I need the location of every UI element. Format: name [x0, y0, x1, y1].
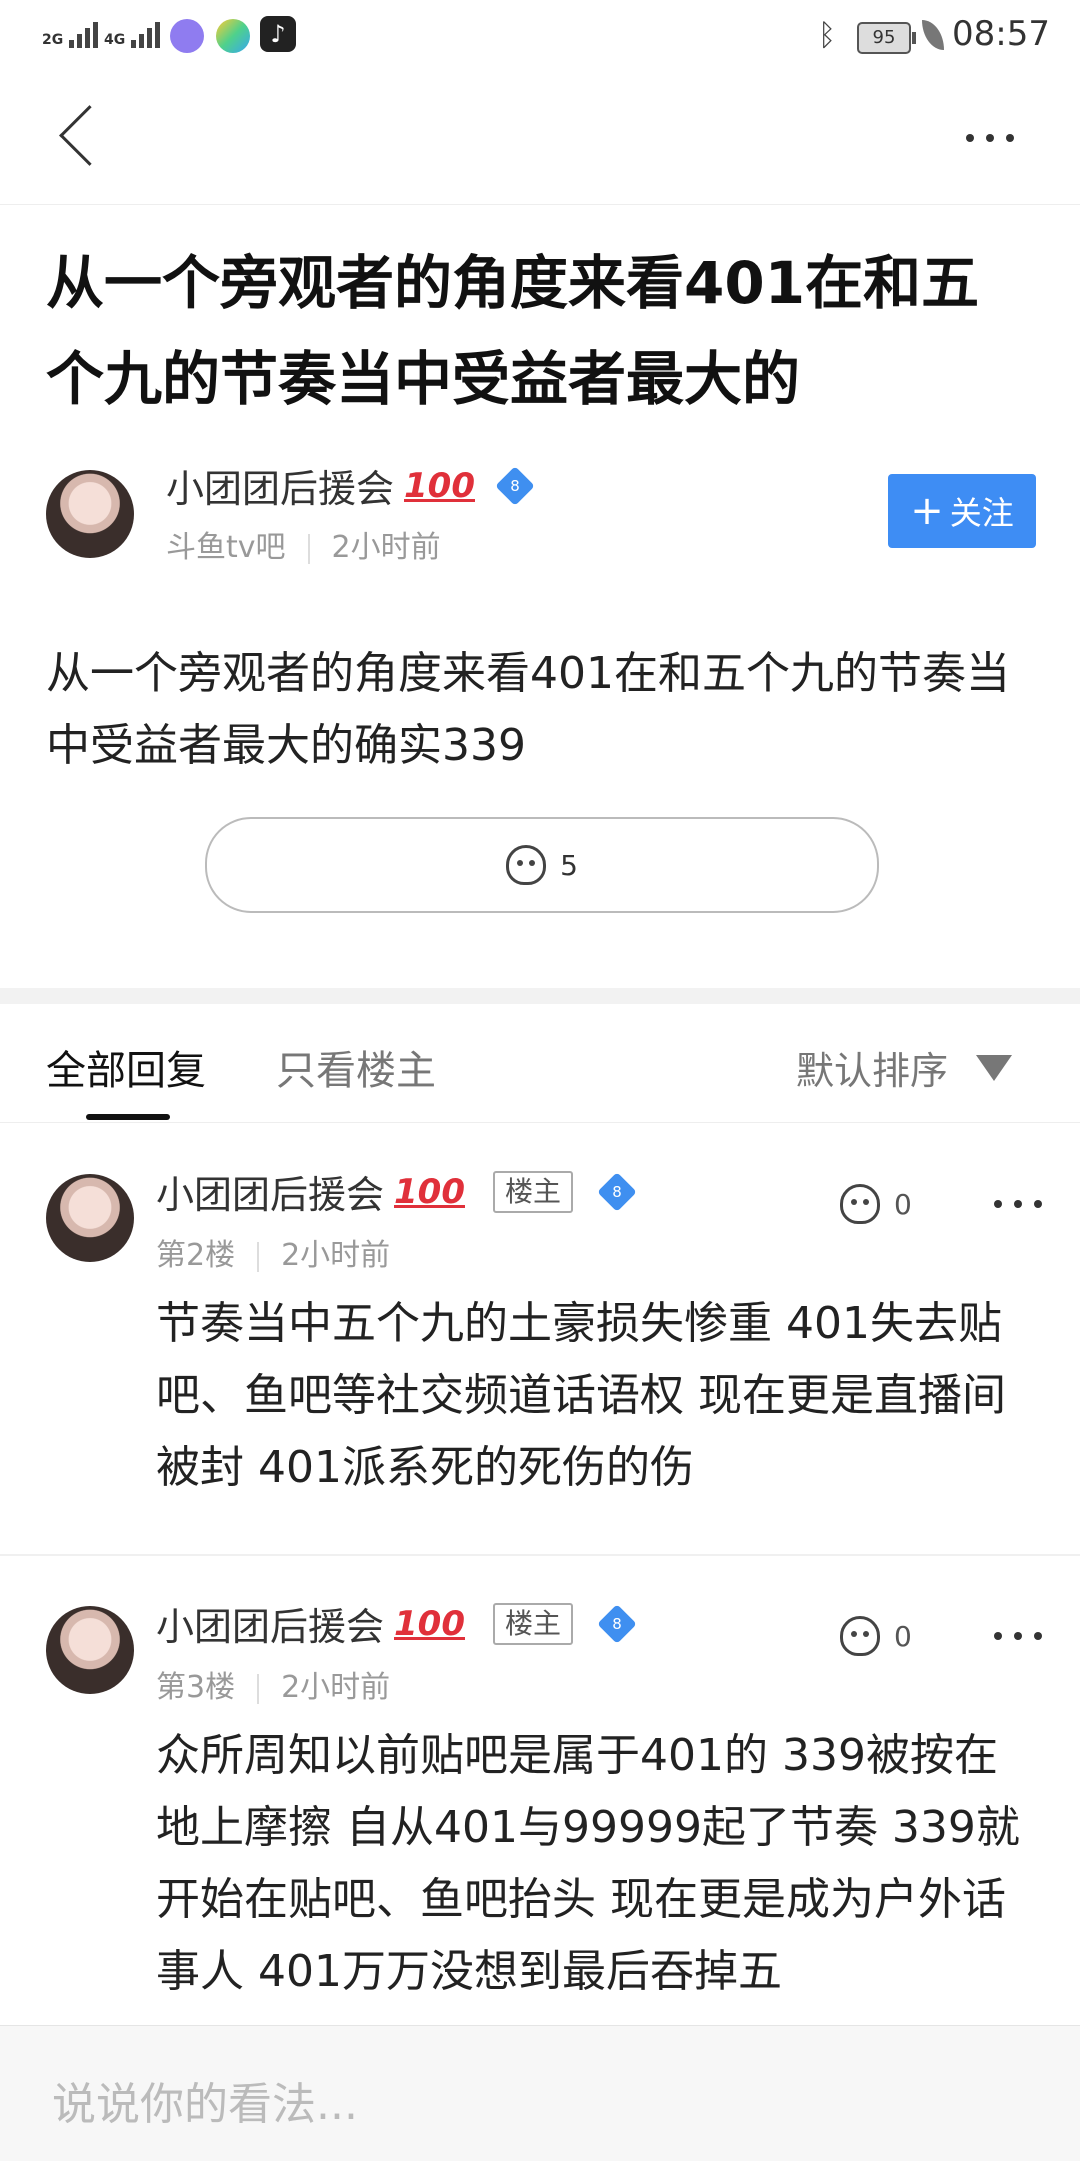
signal-1: 2G	[42, 18, 99, 48]
signal-bars-icon	[131, 18, 161, 48]
hundred-points-icon: 100	[394, 1171, 465, 1212]
reply-meta: 第2楼 2小时前	[156, 1230, 390, 1274]
reply-like-count: 0	[894, 1619, 912, 1653]
reply-header: 小团团后援会 100 楼主 8	[156, 1596, 637, 1651]
reply-header: 小团团后援会 100 楼主 8	[156, 1164, 637, 1219]
author-name[interactable]: 小团团后援会	[166, 458, 394, 513]
like-face-icon	[840, 1616, 880, 1656]
author-row: 小团团后援会 100 8	[166, 458, 535, 513]
post-content: 从一个旁观者的角度来看401在和五个九的节奏当中受益者最大的确实339	[46, 648, 1010, 771]
op-badge: 楼主	[493, 1170, 574, 1213]
filter-icon	[976, 1054, 1013, 1081]
post-meta: 斗鱼tv吧 2小时前	[166, 522, 441, 566]
level-badge-icon: 8	[597, 1171, 637, 1212]
comment-input[interactable]: 说说你的看法...	[52, 2068, 358, 2132]
battery-icon: 95	[857, 22, 916, 54]
signal-bars-icon	[69, 18, 99, 48]
video-app-icon	[216, 19, 250, 53]
reply-text: 众所周知以前贴吧是属于401的 339被按在地上摩擦 自从401与99999起了…	[156, 1730, 1020, 1997]
tab-all-replies[interactable]: 全部回复	[46, 1038, 206, 1096]
clock: 08:57	[952, 14, 1050, 54]
op-badge: 楼主	[493, 1602, 574, 1645]
post-title: 从一个旁观者的角度来看401在和五个九的节奏当中受益者最大的	[46, 249, 980, 413]
active-tab-indicator	[86, 1114, 170, 1120]
section-divider	[0, 988, 1080, 1004]
status-bar: 2G 4G ♪ ᛒ 95 08:57	[0, 0, 1080, 72]
like-button[interactable]: 5	[205, 817, 879, 913]
reply-separator	[0, 1554, 1080, 1556]
post-time: 2小时前	[331, 530, 441, 565]
sort-label: 默认排序	[796, 1049, 949, 1093]
sort-control[interactable]: 默认排序	[796, 1040, 1013, 1095]
reply-more-icon[interactable]	[994, 1200, 1042, 1208]
avatar[interactable]	[46, 470, 134, 558]
network-type-2: 4G	[104, 32, 126, 48]
music-app-icon	[170, 19, 204, 53]
reply-time: 2小时前	[281, 1238, 391, 1273]
leaf-icon	[922, 20, 944, 50]
network-type-1: 2G	[42, 32, 64, 48]
reply-like-count: 0	[894, 1187, 912, 1221]
reply-text: 节奏当中五个九的土豪损失惨重 401失去贴吧、鱼吧等社交频道话语权 现在更是直播…	[156, 1298, 1006, 1493]
level-badge-icon: 8	[495, 465, 535, 506]
reply-more-icon[interactable]	[994, 1632, 1042, 1640]
level-badge-icon: 8	[597, 1603, 637, 1644]
top-nav-bar	[0, 72, 1080, 205]
bluetooth-icon: ᛒ	[818, 18, 836, 53]
plus-icon: +	[910, 488, 944, 534]
reply-floor: 第3楼	[156, 1670, 236, 1705]
reply-like-button[interactable]: 0	[840, 1616, 912, 1656]
follow-label: 关注	[949, 494, 1014, 532]
avatar[interactable]	[46, 1174, 134, 1262]
like-face-icon	[840, 1184, 880, 1224]
like-face-icon	[506, 845, 547, 885]
reply-meta: 第3楼 2小时前	[156, 1662, 390, 1706]
more-options-icon[interactable]	[966, 134, 1014, 142]
hundred-points-icon: 100	[394, 1603, 465, 1644]
reply-author[interactable]: 小团团后援会	[156, 1596, 384, 1651]
forum-name[interactable]: 斗鱼tv吧	[166, 530, 286, 565]
tab-only-op[interactable]: 只看楼主	[276, 1038, 436, 1096]
avatar[interactable]	[46, 1606, 134, 1694]
hundred-points-icon: 100	[404, 465, 475, 506]
like-count: 5	[560, 848, 578, 882]
reply-like-button[interactable]: 0	[840, 1184, 912, 1224]
tiktok-icon: ♪	[260, 16, 296, 52]
reply-floor: 第2楼	[156, 1238, 236, 1273]
reply-time: 2小时前	[281, 1670, 391, 1705]
follow-button[interactable]: + 关注	[888, 474, 1036, 548]
reply-author[interactable]: 小团团后援会	[156, 1164, 384, 1219]
signal-2: 4G	[104, 18, 161, 48]
